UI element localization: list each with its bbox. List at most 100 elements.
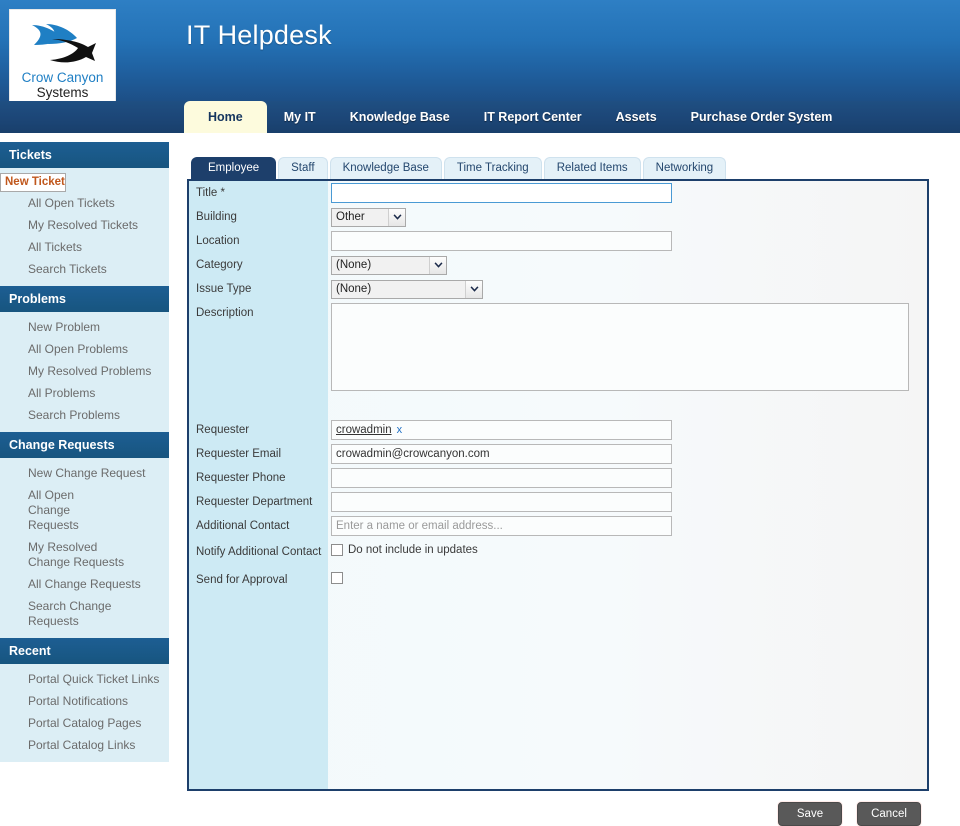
form-row-requester-email: Requester Email [189,442,927,466]
tab-networking[interactable]: Networking [642,157,727,179]
label-title: Title * [196,187,225,199]
building-select-value: Other [336,211,365,223]
sidebar-group-problems: New Problem All Open Problems My Resolve… [0,312,169,432]
form-row-issue-type: Issue Type (None) [189,277,927,301]
sidebar-item-my-resolved-problems[interactable]: My Resolved Problems [0,360,169,382]
sidebar-group-recent: Portal Quick Ticket Links Portal Notific… [0,664,169,762]
form-row-building: Building Other [189,205,927,229]
category-select-value: (None) [336,259,372,271]
sidebar-group-header-tickets: Tickets [0,142,169,168]
save-button[interactable]: Save [778,802,842,826]
sidebar-item-my-resolved-change-requests[interactable]: My Resolved Change Requests [0,536,169,573]
sidebar-item-all-tickets[interactable]: All Tickets [0,236,169,258]
sidebar-item-portal-quick-ticket-links[interactable]: Portal Quick Ticket Links [0,668,169,690]
label-category: Category [196,259,243,271]
tab-employee[interactable]: Employee [191,157,277,179]
form-row-description: Description [189,301,927,393]
title-input[interactable] [331,183,672,203]
label-building: Building [196,211,237,223]
crow-canyon-swoosh-icon [31,24,96,63]
label-notify-additional-contact: Notify Additional Contact [196,546,322,558]
page-title: IT Helpdesk [186,20,332,50]
nav-item-knowledge-base[interactable]: Knowledge Base [333,101,467,133]
description-textarea[interactable] [331,303,909,391]
sidebar-group-header-recent: Recent [0,638,169,664]
nav-item-it-report-center[interactable]: IT Report Center [467,101,599,133]
issue-type-select[interactable]: (None) [331,279,483,299]
sidebar-group-header-problems: Problems [0,286,169,312]
sidebar-item-my-resolved-tickets[interactable]: My Resolved Tickets [0,214,169,236]
form-row-requester: Requester crowadmin x [189,418,927,442]
sidebar-item-all-open-tickets[interactable]: All Open Tickets [0,192,169,214]
nav-item-my-it[interactable]: My IT [267,101,333,133]
sidebar-group-header-change-requests: Change Requests [0,432,169,458]
sidebar-item-new-ticket[interactable]: New Ticket [0,173,66,192]
label-location: Location [196,235,240,247]
cancel-button[interactable]: Cancel [857,802,921,826]
nav-item-home[interactable]: Home [184,101,267,133]
sidebar-item-all-change-requests[interactable]: All Change Requests [0,573,169,595]
logo-line-2: Systems [36,85,89,100]
label-requester-email: Requester Email [196,448,282,460]
label-issue-type: Issue Type [196,283,252,295]
label-requester-phone: Requester Phone [196,472,286,484]
sidebar-item-all-open-change-requests[interactable]: All Open Change Requests [0,484,169,536]
requester-value: crowadmin [336,424,392,436]
sidebar-group-tickets: New Ticket All Open Tickets My Resolved … [0,168,169,286]
requester-remove-icon[interactable]: x [397,424,403,436]
nav-item-purchase-order-system[interactable]: Purchase Order System [674,101,850,133]
form-row-requester-phone: Requester Phone [189,466,927,490]
notify-additional-contact-checkbox-label: Do not include in updates [348,544,478,556]
label-description: Description [196,307,254,319]
location-input[interactable] [331,231,672,251]
sidebar-item-new-change-request[interactable]: New Change Request [0,462,169,484]
sidebar-item-all-open-problems[interactable]: All Open Problems [0,338,169,360]
requester-people-picker[interactable]: crowadmin x [331,420,672,440]
form-row-send-for-approval: Send for Approval [189,564,927,596]
chevron-down-icon [388,208,405,226]
logo-line-1: Crow Canyon [21,70,104,85]
nav-item-assets[interactable]: Assets [599,101,674,133]
tab-staff[interactable]: Staff [278,157,328,179]
sidebar-item-search-change-requests[interactable]: Search Change Requests [0,595,169,632]
logo[interactable]: Crow Canyon Systems [9,9,116,114]
sidebar-item-portal-catalog-pages[interactable]: Portal Catalog Pages [0,712,169,734]
tab-knowledge-base[interactable]: Knowledge Base [329,157,442,179]
sidebar-item-search-problems[interactable]: Search Problems [0,404,169,426]
sidebar-item-portal-notifications[interactable]: Portal Notifications [0,690,169,712]
requester-department-input[interactable] [331,492,672,512]
form-row-title: Title * [189,181,927,205]
additional-contact-input[interactable] [331,516,672,536]
label-send-for-approval: Send for Approval [196,574,288,586]
label-requester: Requester [196,424,250,436]
send-for-approval-checkbox[interactable] [331,572,343,584]
chevron-down-icon [465,280,482,298]
category-select[interactable]: (None) [331,255,447,275]
notify-additional-contact-checkbox[interactable] [331,544,343,556]
chevron-down-icon [429,256,446,274]
sidebar-item-all-problems[interactable]: All Problems [0,382,169,404]
requester-phone-input[interactable] [331,468,672,488]
tab-time-tracking[interactable]: Time Tracking [443,157,542,179]
label-additional-contact: Additional Contact [196,520,290,532]
form-row-requester-department: Requester Department [189,490,927,514]
tab-related-items[interactable]: Related Items [543,157,641,179]
requester-email-input[interactable] [331,444,672,464]
sidebar-item-new-problem[interactable]: New Problem [0,316,169,338]
sidebar-item-portal-catalog-links[interactable]: Portal Catalog Links [0,734,169,756]
issue-type-select-value: (None) [336,283,372,295]
form-spacer [189,393,927,418]
form-row-location: Location [189,229,927,253]
sidebar-item-search-tickets[interactable]: Search Tickets [0,258,169,280]
sidebar-group-change-requests: New Change Request All Open Change Reque… [0,458,169,638]
top-nav: Home My IT Knowledge Base IT Report Cent… [184,101,849,133]
form-row-category: Category (None) [189,253,927,277]
page-header: Crow Canyon Systems IT Helpdesk [0,0,960,114]
building-select[interactable]: Other [331,207,406,227]
sidebar: Tickets New Ticket All Open Tickets My R… [0,142,169,762]
form-row-additional-contact: Additional Contact [189,514,927,538]
new-ticket-form: Title * Building Other Location Category… [187,179,929,791]
form-row-notify-additional-contact: Notify Additional Contact Do not include… [189,538,927,564]
label-requester-department: Requester Department [196,496,313,508]
main-content: Employee Staff Knowledge Base Time Track… [169,142,960,826]
